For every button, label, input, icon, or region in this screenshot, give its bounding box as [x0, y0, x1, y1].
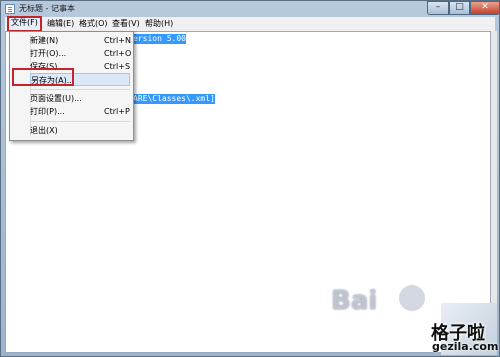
baidu-watermark: Bai: [331, 286, 378, 316]
menu-separator: [30, 121, 130, 122]
gezila-url-watermark: gezila.com: [432, 340, 499, 353]
notepad-icon: [5, 4, 15, 14]
selected-text-line: ersion 5.00: [133, 34, 186, 44]
maximize-button[interactable]: □: [449, 1, 470, 15]
window-title: 无标题 - 记事本: [19, 4, 75, 13]
title-bar[interactable]: 无标题 - 记事本 – □ ✕: [1, 1, 500, 17]
notepad-window: 无标题 - 记事本 – □ ✕ 文件(F) 编辑(E) 格式(O) 查看(V) …: [0, 0, 500, 357]
menu-view[interactable]: 查看(V): [110, 18, 142, 30]
menu-item-open[interactable]: 打开(O)... Ctrl+O: [30, 47, 131, 60]
close-button[interactable]: ✕: [470, 1, 500, 15]
menu-file[interactable]: 文件(F): [7, 16, 42, 32]
menu-item-print[interactable]: 打印(P)... Ctrl+P: [30, 105, 130, 118]
menu-edit[interactable]: 编辑(E): [45, 18, 76, 30]
menu-help[interactable]: 帮助(H): [143, 18, 175, 30]
menu-item-new[interactable]: 新建(N) Ctrl+N: [30, 34, 131, 47]
selected-text-line: ARE\Classes\.xml]: [133, 94, 215, 104]
menu-separator: [30, 89, 130, 90]
menu-format[interactable]: 格式(O): [77, 18, 110, 30]
minimize-button[interactable]: –: [427, 1, 449, 15]
menu-bar: 文件(F) 编辑(E) 格式(O) 查看(V) 帮助(H): [5, 16, 495, 32]
menu-item-page-setup[interactable]: 页面设置(U)...: [30, 92, 130, 105]
menu-item-exit[interactable]: 退出(X): [30, 124, 130, 137]
save-as-highlight-box: [12, 68, 74, 86]
file-menu-dropdown: 新建(N) Ctrl+N 打开(O)... Ctrl+O 保存(S) Ctrl+…: [9, 31, 134, 141]
baidu-paw-watermark-icon: [399, 285, 425, 311]
